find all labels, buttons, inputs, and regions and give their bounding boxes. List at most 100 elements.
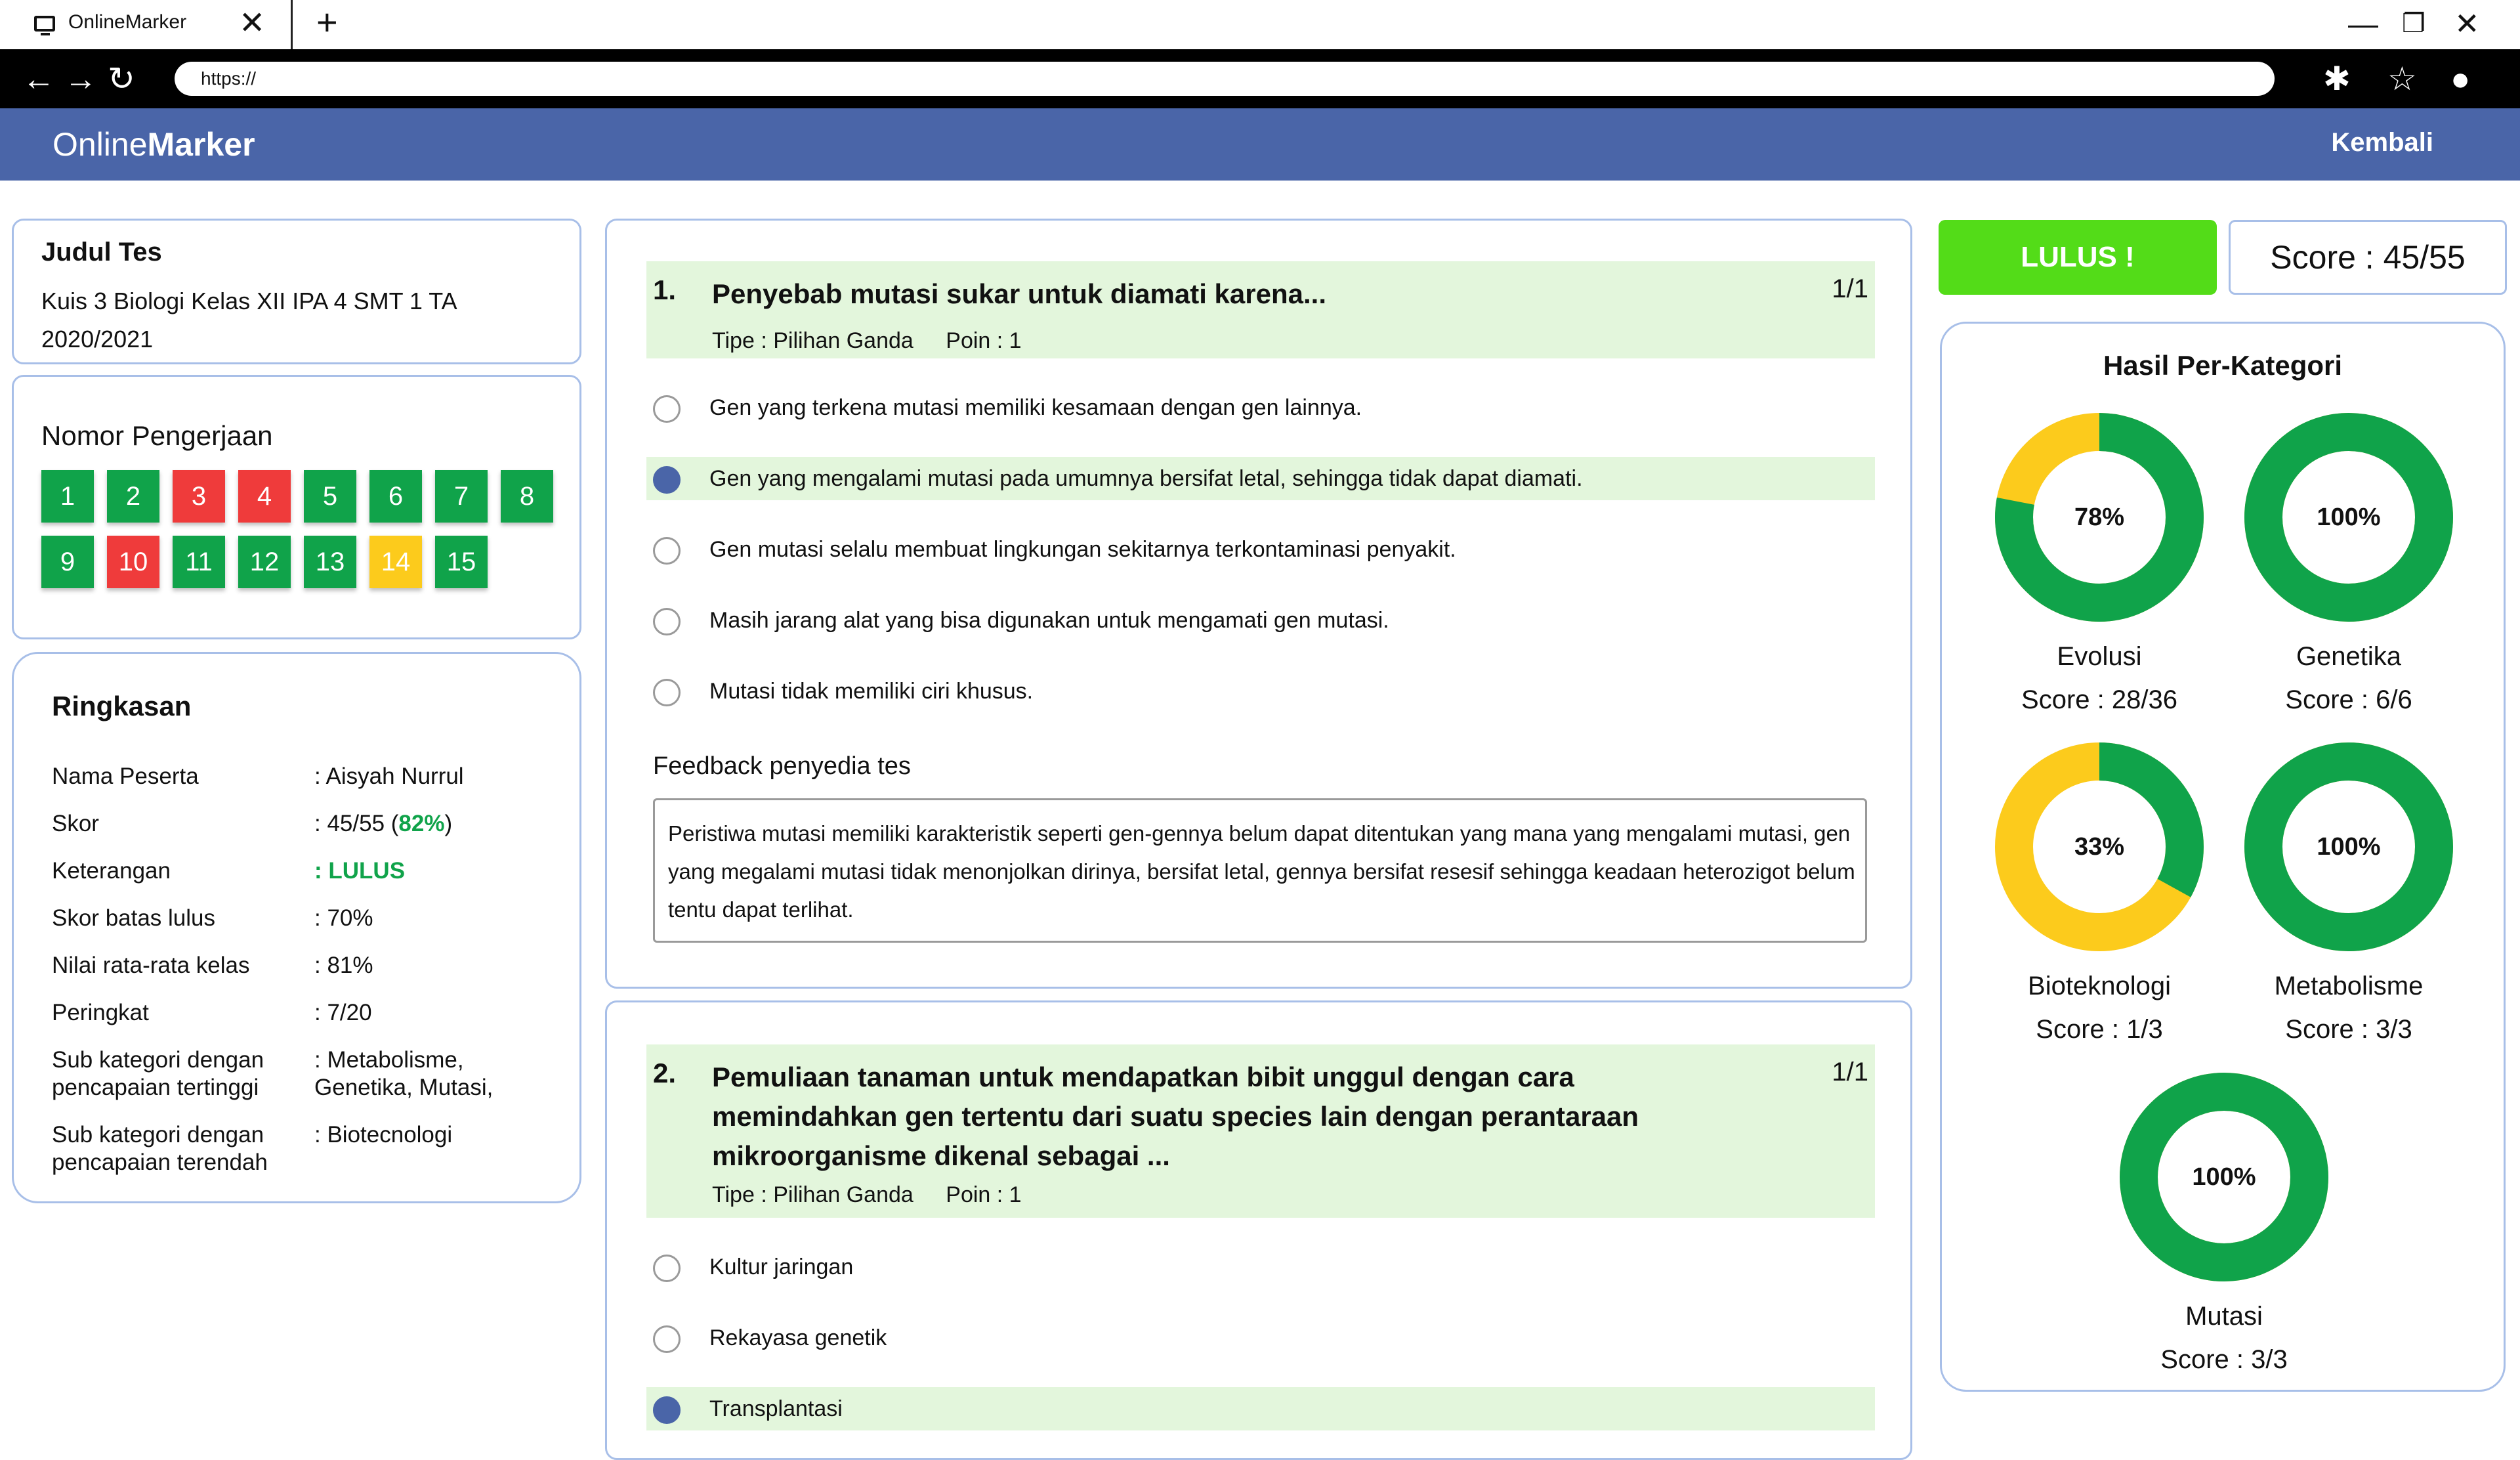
category-donut: 100% <box>2244 412 2454 622</box>
question-header: 1. Penyebab mutasi sukar untuk diamati k… <box>646 261 1875 358</box>
answer-option[interactable]: Gen yang terkena mutasi memiliki kesamaa… <box>646 386 1875 429</box>
question-number-12[interactable]: 12 <box>238 536 291 588</box>
question-score: 1/1 <box>1832 274 1868 303</box>
category-name: Mutasi <box>2185 1302 2263 1331</box>
radio-button[interactable] <box>653 537 681 565</box>
question-number-13[interactable]: 13 <box>304 536 356 588</box>
radio-button[interactable] <box>653 679 681 706</box>
category-results-card: Hasil Per-Kategori 78% Evolusi Score : 28/… <box>1940 322 2506 1392</box>
category-name: Metabolisme <box>2274 972 2424 1000</box>
total-score-box: Score : 45/55 <box>2229 220 2507 295</box>
option-text: Gen mutasi selalu membuat lingkungan sek… <box>709 537 1456 562</box>
donut-percent: 33% <box>2074 832 2125 861</box>
question-number-3[interactable]: 3 <box>173 470 225 523</box>
summary-key: Peringkat <box>52 1000 149 1025</box>
answer-option[interactable]: Kultur jaringan <box>646 1245 1875 1289</box>
category-name: Evolusi <box>2057 642 2142 671</box>
feedback-label: Feedback penyedia tes <box>653 752 911 780</box>
score-suffix: ) <box>444 811 453 836</box>
extensions-puzzle-icon[interactable]: ✱ <box>2323 61 2351 97</box>
answer-option[interactable]: Gen mutasi selalu membuat lingkungan sek… <box>646 528 1875 571</box>
restore-icon[interactable]: ❐ <box>2402 4 2426 43</box>
answer-option[interactable]: Mutasi tidak memiliki ciri khusus. <box>646 670 1875 713</box>
answer-option[interactable]: Masih jarang alat yang bisa digunakan un… <box>646 599 1875 642</box>
radio-button[interactable] <box>653 1255 681 1282</box>
question-number-4[interactable]: 4 <box>238 470 291 523</box>
question-number-10[interactable]: 10 <box>107 536 159 588</box>
category-donut: 78% <box>1994 412 2204 622</box>
category-name: Genetika <box>2296 642 2402 671</box>
question-number-14[interactable]: 14 <box>369 536 422 588</box>
option-text: Mutasi tidak memiliki ciri khusus. <box>709 679 1034 704</box>
question-number-grid: 1 2 3 4 5 6 7 8 9 10 11 12 13 14 15 <box>41 470 566 588</box>
question-number-9[interactable]: 9 <box>41 536 94 588</box>
question-number-8[interactable]: 8 <box>501 470 553 523</box>
pass-status-badge: LULUS ! <box>1939 220 2217 295</box>
question-number-11[interactable]: 11 <box>173 536 225 588</box>
url-text: https:// <box>201 68 257 89</box>
app-logo[interactable]: OnlineMarker <box>52 125 255 163</box>
question-number-label: Nomor Pengerjaan <box>41 420 273 451</box>
feedback-text: Peristiwa mutasi memiliki karakteristik … <box>668 821 1855 922</box>
question-number-15[interactable]: 15 <box>435 536 488 588</box>
summary-key: Skor batas lulus <box>52 905 216 931</box>
question-number: 1. <box>653 274 677 305</box>
question-number-card: Nomor Pengerjaan 1 2 3 4 5 6 7 8 9 10 11 12 13 14 15 <box>12 375 581 639</box>
address-bar[interactable]: https:// <box>175 62 2275 96</box>
back-link[interactable]: Kembali <box>2331 128 2433 158</box>
answer-option[interactable]: Rekayasa genetik <box>646 1316 1875 1360</box>
donut-percent: 78% <box>2074 503 2125 531</box>
tab-title: OnlineMarker <box>68 11 187 33</box>
close-window-icon[interactable]: ✕ <box>2454 4 2480 43</box>
category-donut: 100% <box>2119 1072 2329 1282</box>
browser-tab-bar: OnlineMarker ✕ + — ❐ ✕ <box>0 0 2520 49</box>
minimize-icon[interactable]: — <box>2348 4 2378 43</box>
forward-arrow-icon[interactable]: → <box>64 61 97 97</box>
summary-key: Sub kategori dengan pencapaian tertinggi <box>52 1047 264 1100</box>
option-text: Kultur jaringan <box>709 1255 854 1279</box>
summary-value: : 7/20 <box>314 1000 372 1025</box>
question-type: Tipe : Pilihan Ganda <box>712 328 914 353</box>
question-points: Poin : 1 <box>946 328 1022 353</box>
summary-value: : Biotecnologi <box>314 1122 453 1148</box>
radio-button[interactable] <box>653 395 681 423</box>
answer-option-selected[interactable]: Transplantasi <box>646 1387 1875 1430</box>
radio-button[interactable] <box>653 608 681 635</box>
question-card: 1. Penyebab mutasi sukar untuk diamati k… <box>605 219 1912 989</box>
question-points: Poin : 1 <box>946 1182 1022 1207</box>
summary-key: Sub kategori dengan pencapaian terendah <box>52 1122 268 1175</box>
question-number-1[interactable]: 1 <box>41 470 94 523</box>
summary-status-value: : LULUS <box>314 858 406 884</box>
summary-key: Nama Peserta <box>52 763 199 789</box>
new-tab-button[interactable]: + <box>316 3 338 42</box>
question-type: Tipe : Pilihan Ganda <box>712 1182 914 1207</box>
question-number-7[interactable]: 7 <box>435 470 488 523</box>
radio-button-selected[interactable] <box>653 1396 681 1424</box>
reload-icon[interactable]: ↻ <box>108 61 135 97</box>
summary-value: : 45/55 (82%) <box>314 810 564 838</box>
test-title-card: Judul Tes Kuis 3 Biologi Kelas XII IPA 4… <box>12 219 581 364</box>
question-number: 2. <box>653 1058 677 1088</box>
question-number-5[interactable]: 5 <box>304 470 356 523</box>
category-donut: 33% <box>1994 742 2204 952</box>
radio-button[interactable] <box>653 1325 681 1353</box>
answer-option-selected[interactable]: Gen yang mengalami mutasi pada umumnya b… <box>646 457 1875 500</box>
question-number-6[interactable]: 6 <box>369 470 422 523</box>
category-name: Bioteknologi <box>2028 972 2171 1000</box>
question-text: Penyebab mutasi sukar untuk diamati kare… <box>712 278 1326 309</box>
question-text: Pemuliaan tanaman untuk mendapatkan bibi… <box>712 1062 1639 1171</box>
close-tab-icon[interactable]: ✕ <box>239 4 265 43</box>
monitor-icon <box>34 16 55 35</box>
radio-button-selected[interactable] <box>653 466 681 494</box>
option-text: Rekayasa genetik <box>709 1325 887 1350</box>
question-number-2[interactable]: 2 <box>107 470 159 523</box>
favorites-star-icon[interactable]: ☆ <box>2387 61 2417 97</box>
score-percent: 82% <box>398 811 445 836</box>
question-score: 1/1 <box>1832 1058 1868 1086</box>
profile-avatar-icon[interactable]: ● <box>2450 61 2470 97</box>
question-card: 2. Pemuliaan tanaman untuk mendapatkan b… <box>605 1000 1912 1460</box>
browser-tab[interactable]: OnlineMarker ✕ <box>0 0 293 49</box>
score-prefix: : 45/55 ( <box>314 811 399 836</box>
back-arrow-icon[interactable]: ← <box>22 61 55 97</box>
test-title-label: Judul Tes <box>41 238 162 267</box>
